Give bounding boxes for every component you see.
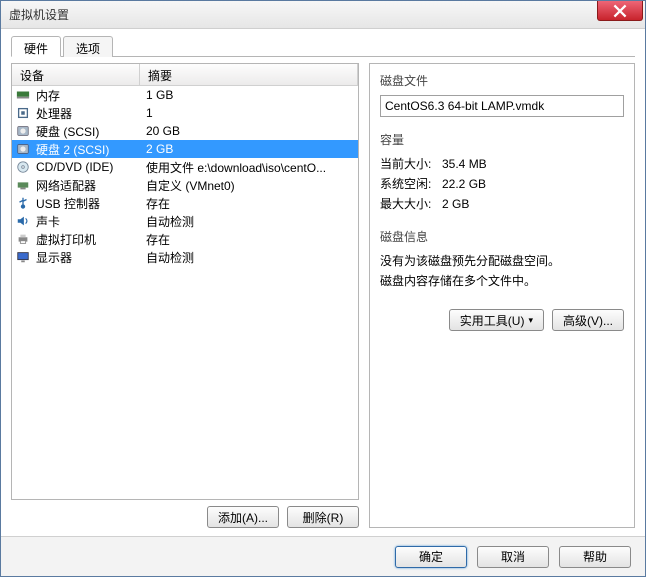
system-free-label: 系统空闲: xyxy=(380,174,442,194)
device-row[interactable]: 内存1 GB xyxy=(12,86,358,104)
left-buttons: 添加(A)... 删除(R) xyxy=(11,506,359,528)
capacity-section: 容量 当前大小: 35.4 MB 系统空闲: 22.2 GB 最大大小: 2 G… xyxy=(380,131,624,214)
add-button[interactable]: 添加(A)... xyxy=(207,506,279,528)
memory-icon xyxy=(12,88,34,102)
capacity-current: 当前大小: 35.4 MB xyxy=(380,154,624,174)
tab-options[interactable]: 选项 xyxy=(63,36,113,57)
header-device[interactable]: 设备 xyxy=(12,64,140,85)
capacity-label: 容量 xyxy=(380,131,624,148)
device-summary: 自定义 (VMnet0) xyxy=(140,177,358,194)
panes: 设备 摘要 内存1 GB处理器1硬盘 (SCSI)20 GB硬盘 2 (SCSI… xyxy=(11,57,635,528)
content-area: 硬件 选项 设备 摘要 内存1 GB处理器1硬盘 (SCSI)20 GB硬盘 2… xyxy=(1,29,645,536)
device-row[interactable]: 网络适配器自定义 (VMnet0) xyxy=(12,176,358,194)
display-icon xyxy=(12,250,34,264)
close-icon xyxy=(613,4,627,18)
disk-info-section: 磁盘信息 没有为该磁盘预先分配磁盘空间。 磁盘内容存储在多个文件中。 xyxy=(380,228,624,291)
capacity-max: 最大大小: 2 GB xyxy=(380,194,624,214)
device-row[interactable]: 显示器自动检测 xyxy=(12,248,358,266)
disk-file-section: 磁盘文件 xyxy=(380,72,624,117)
device-row[interactable]: 处理器1 xyxy=(12,104,358,122)
max-size-value: 2 GB xyxy=(442,194,624,214)
disk-file-input[interactable] xyxy=(380,95,624,117)
device-name: 网络适配器 xyxy=(34,177,140,194)
capacity-free: 系统空闲: 22.2 GB xyxy=(380,174,624,194)
vm-settings-window: 虚拟机设置 硬件 选项 设备 摘要 内存1 GB处理器1硬盘 (SCSI)20 … xyxy=(0,0,646,577)
ok-button[interactable]: 确定 xyxy=(395,546,467,568)
device-row[interactable]: 硬盘 (SCSI)20 GB xyxy=(12,122,358,140)
device-name: 显示器 xyxy=(34,249,140,266)
window-title: 虚拟机设置 xyxy=(9,6,69,23)
advanced-button[interactable]: 高级(V)... xyxy=(552,309,624,331)
device-row[interactable]: 声卡自动检测 xyxy=(12,212,358,230)
max-size-label: 最大大小: xyxy=(380,194,442,214)
disk-info-label: 磁盘信息 xyxy=(380,228,624,245)
device-name: USB 控制器 xyxy=(34,195,140,212)
header-summary[interactable]: 摘要 xyxy=(140,64,358,85)
cpu-icon xyxy=(12,106,34,120)
device-name: 处理器 xyxy=(34,105,140,122)
list-headers: 设备 摘要 xyxy=(12,64,358,86)
close-button[interactable] xyxy=(597,1,643,21)
left-pane: 设备 摘要 内存1 GB处理器1硬盘 (SCSI)20 GB硬盘 2 (SCSI… xyxy=(11,63,359,528)
net-icon xyxy=(12,178,34,192)
current-size-label: 当前大小: xyxy=(380,154,442,174)
device-name: 硬盘 2 (SCSI) xyxy=(34,141,140,158)
cd-icon xyxy=(12,160,34,174)
right-buttons: 实用工具(U) 高级(V)... xyxy=(380,309,624,331)
titlebar: 虚拟机设置 xyxy=(1,1,645,29)
tab-hardware[interactable]: 硬件 xyxy=(11,36,61,57)
device-name: 硬盘 (SCSI) xyxy=(34,123,140,140)
footer: 确定 取消 帮助 xyxy=(1,536,645,576)
device-summary: 2 GB xyxy=(140,142,358,156)
device-row[interactable]: 虚拟打印机存在 xyxy=(12,230,358,248)
device-summary: 使用文件 e:\download\iso\centO... xyxy=(140,159,358,176)
help-button[interactable]: 帮助 xyxy=(559,546,631,568)
device-rows: 内存1 GB处理器1硬盘 (SCSI)20 GB硬盘 2 (SCSI)2 GBC… xyxy=(12,86,358,499)
device-name: 虚拟打印机 xyxy=(34,231,140,248)
device-summary: 1 GB xyxy=(140,88,358,102)
device-name: 内存 xyxy=(34,87,140,104)
device-summary: 存在 xyxy=(140,195,358,212)
device-summary: 20 GB xyxy=(140,124,358,138)
device-name: CD/DVD (IDE) xyxy=(34,160,140,174)
device-list: 设备 摘要 内存1 GB处理器1硬盘 (SCSI)20 GB硬盘 2 (SCSI… xyxy=(11,63,359,500)
disk-file-label: 磁盘文件 xyxy=(380,72,624,89)
utilities-button[interactable]: 实用工具(U) xyxy=(449,309,544,331)
disk-info-line2: 磁盘内容存储在多个文件中。 xyxy=(380,271,624,291)
usb-icon xyxy=(12,196,34,210)
system-free-value: 22.2 GB xyxy=(442,174,624,194)
device-row[interactable]: USB 控制器存在 xyxy=(12,194,358,212)
cancel-button[interactable]: 取消 xyxy=(477,546,549,568)
device-name: 声卡 xyxy=(34,213,140,230)
disk-icon xyxy=(12,142,34,156)
current-size-value: 35.4 MB xyxy=(442,154,624,174)
device-row[interactable]: 硬盘 2 (SCSI)2 GB xyxy=(12,140,358,158)
device-summary: 自动检测 xyxy=(140,213,358,230)
printer-icon xyxy=(12,232,34,246)
device-summary: 自动检测 xyxy=(140,249,358,266)
device-summary: 存在 xyxy=(140,231,358,248)
right-pane: 磁盘文件 容量 当前大小: 35.4 MB 系统空闲: 22.2 GB 最大大小… xyxy=(369,63,635,528)
disk-info-line1: 没有为该磁盘预先分配磁盘空间。 xyxy=(380,251,624,271)
tabs: 硬件 选项 xyxy=(11,35,635,57)
device-summary: 1 xyxy=(140,106,358,120)
device-row[interactable]: CD/DVD (IDE)使用文件 e:\download\iso\centO..… xyxy=(12,158,358,176)
sound-icon xyxy=(12,214,34,228)
remove-button[interactable]: 删除(R) xyxy=(287,506,359,528)
disk-icon xyxy=(12,124,34,138)
